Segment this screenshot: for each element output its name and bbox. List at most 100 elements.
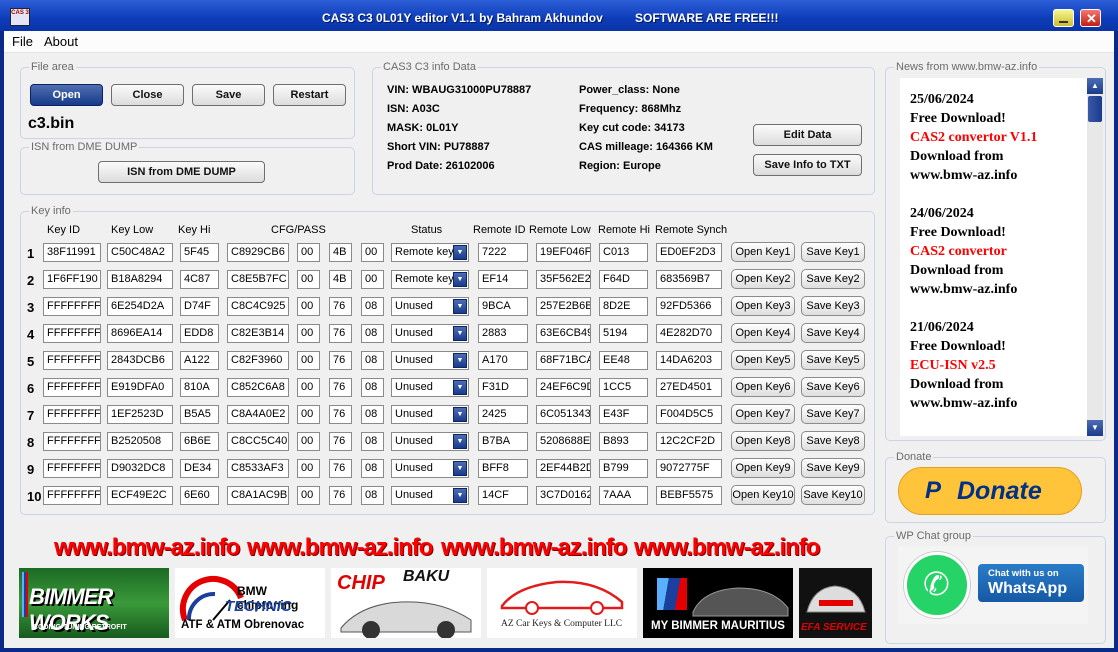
key-field-hi[interactable]: B5A5	[180, 405, 219, 424]
key-field-id[interactable]: FFFFFFFF	[43, 486, 101, 505]
key-field-c2[interactable]: 76	[329, 378, 352, 397]
chevron-down-icon[interactable]: ▼	[453, 434, 467, 449]
key-field-rid[interactable]: 14CF	[478, 486, 528, 505]
minimize-button[interactable]	[1053, 9, 1074, 27]
open-key-button[interactable]: Open Key8	[731, 431, 795, 451]
key-field-rsync[interactable]: F004D5C5	[656, 405, 722, 424]
site-link-3[interactable]: www.bmw-az.info	[441, 534, 627, 562]
key-field-rid[interactable]: 2883	[478, 324, 528, 343]
chevron-down-icon[interactable]: ▼	[453, 326, 467, 341]
sponsor-bmw-technic-logo[interactable]: BMW chiptuning TECHNIC ATF & ATM Obrenov…	[175, 568, 325, 638]
key-field-low[interactable]: B18A8294	[107, 270, 173, 289]
save-key-button[interactable]: Save Key7	[801, 404, 865, 424]
key-status-dropdown[interactable]: Unused ▼	[391, 432, 469, 451]
key-status-dropdown[interactable]: Unused ▼	[391, 324, 469, 343]
key-field-rlow[interactable]: 3C7D0162	[536, 486, 591, 505]
edit-data-button[interactable]: Edit Data	[753, 124, 862, 146]
save-key-button[interactable]: Save Key10	[801, 485, 865, 505]
key-field-c1[interactable]: 00	[297, 351, 320, 370]
key-field-c1[interactable]: 00	[297, 270, 320, 289]
key-field-rlow[interactable]: 5208688E	[536, 432, 591, 451]
key-field-rhi[interactable]: EE48	[599, 351, 648, 370]
menu-file[interactable]: File	[12, 34, 33, 49]
key-field-id[interactable]: FFFFFFFF	[43, 432, 101, 451]
key-field-c1[interactable]: 00	[297, 378, 320, 397]
site-link-1[interactable]: www.bmw-az.info	[54, 534, 240, 562]
key-field-c2[interactable]: 76	[329, 297, 352, 316]
key-field-rid[interactable]: 2425	[478, 405, 528, 424]
key-field-cfg[interactable]: C8533AF3	[227, 459, 289, 478]
chevron-down-icon[interactable]: ▼	[453, 407, 467, 422]
key-field-c3[interactable]: 08	[361, 405, 384, 424]
key-field-c2[interactable]: 76	[329, 486, 352, 505]
key-field-cfg[interactable]: C82F3960	[227, 351, 289, 370]
key-field-cfg[interactable]: C82E3B14	[227, 324, 289, 343]
key-field-id[interactable]: 38F11991	[43, 243, 101, 262]
key-field-cfg[interactable]: C852C6A8	[227, 378, 289, 397]
key-status-dropdown[interactable]: Unused ▼	[391, 405, 469, 424]
key-field-c2[interactable]: 76	[329, 432, 352, 451]
open-button[interactable]: Open	[30, 84, 103, 106]
key-field-c2[interactable]: 76	[329, 351, 352, 370]
key-field-hi[interactable]: 810A	[180, 378, 219, 397]
open-key-button[interactable]: Open Key7	[731, 404, 795, 424]
key-field-id[interactable]: 1F6FF190	[43, 270, 101, 289]
key-field-id[interactable]: FFFFFFFF	[43, 405, 101, 424]
key-field-id[interactable]: FFFFFFFF	[43, 297, 101, 316]
key-field-c2[interactable]: 4B	[329, 270, 352, 289]
key-field-rsync[interactable]: 12C2CF2D	[656, 432, 722, 451]
key-field-c1[interactable]: 00	[297, 297, 320, 316]
chevron-down-icon[interactable]: ▼	[453, 272, 467, 287]
key-field-rsync[interactable]: 9072775F	[656, 459, 722, 478]
key-field-c2[interactable]: 76	[329, 324, 352, 343]
key-field-c3[interactable]: 08	[361, 351, 384, 370]
key-field-hi[interactable]: EDD8	[180, 324, 219, 343]
key-field-rsync[interactable]: 14DA6203	[656, 351, 722, 370]
key-field-rsync[interactable]: 27ED4501	[656, 378, 722, 397]
key-field-rlow[interactable]: 257E2B6B	[536, 297, 591, 316]
scroll-down-icon[interactable]: ▼	[1087, 420, 1103, 436]
key-status-dropdown[interactable]: Remote key ▼	[391, 270, 469, 289]
key-field-rsync[interactable]: 92FD5366	[656, 297, 722, 316]
close-window-button[interactable]: ✕	[1080, 9, 1101, 27]
sponsor-efa-service-logo[interactable]: EFA SERVICE	[799, 568, 872, 638]
key-field-rsync[interactable]: 683569B7	[656, 270, 722, 289]
key-status-dropdown[interactable]: Unused ▼	[391, 378, 469, 397]
open-key-button[interactable]: Open Key4	[731, 323, 795, 343]
key-field-rhi[interactable]: 7AAA	[599, 486, 648, 505]
key-field-c1[interactable]: 00	[297, 486, 320, 505]
key-field-rhi[interactable]: 1CC5	[599, 378, 648, 397]
key-status-dropdown[interactable]: Unused ▼	[391, 486, 469, 505]
key-field-cfg[interactable]: C8929CB6	[227, 243, 289, 262]
key-field-hi[interactable]: 4C87	[180, 270, 219, 289]
key-field-c1[interactable]: 00	[297, 459, 320, 478]
chevron-down-icon[interactable]: ▼	[453, 380, 467, 395]
chevron-down-icon[interactable]: ▼	[453, 488, 467, 503]
key-field-c3[interactable]: 08	[361, 459, 384, 478]
key-field-hi[interactable]: 6B6E	[180, 432, 219, 451]
key-field-cfg[interactable]: C8C4C925	[227, 297, 289, 316]
sponsor-az-car-keys-logo[interactable]: AZ Car Keys & Computer LLC	[487, 568, 637, 638]
save-button[interactable]: Save	[192, 84, 265, 106]
key-field-rid[interactable]: F31D	[478, 378, 528, 397]
save-info-txt-button[interactable]: Save Info to TXT	[753, 154, 862, 176]
key-field-hi[interactable]: A122	[180, 351, 219, 370]
scroll-up-icon[interactable]: ▲	[1087, 78, 1103, 94]
key-status-dropdown[interactable]: Unused ▼	[391, 459, 469, 478]
key-field-rhi[interactable]: B799	[599, 459, 648, 478]
key-field-rlow[interactable]: 6C051343	[536, 405, 591, 424]
key-field-low[interactable]: ECF49E2C	[107, 486, 173, 505]
key-field-low[interactable]: D9032DC8	[107, 459, 173, 478]
key-field-rhi[interactable]: E43F	[599, 405, 648, 424]
key-field-rhi[interactable]: 8D2E	[599, 297, 648, 316]
menu-about[interactable]: About	[44, 34, 78, 49]
key-field-rhi[interactable]: B893	[599, 432, 648, 451]
key-field-hi[interactable]: DE34	[180, 459, 219, 478]
key-field-rsync[interactable]: BEBF5575	[656, 486, 722, 505]
close-button[interactable]: Close	[111, 84, 184, 106]
key-field-rlow[interactable]: 24EF6C9D	[536, 378, 591, 397]
key-status-dropdown[interactable]: Remote key ▼	[391, 243, 469, 262]
open-key-button[interactable]: Open Key2	[731, 269, 795, 289]
key-field-rid[interactable]: 7222	[478, 243, 528, 262]
save-key-button[interactable]: Save Key1	[801, 242, 865, 262]
